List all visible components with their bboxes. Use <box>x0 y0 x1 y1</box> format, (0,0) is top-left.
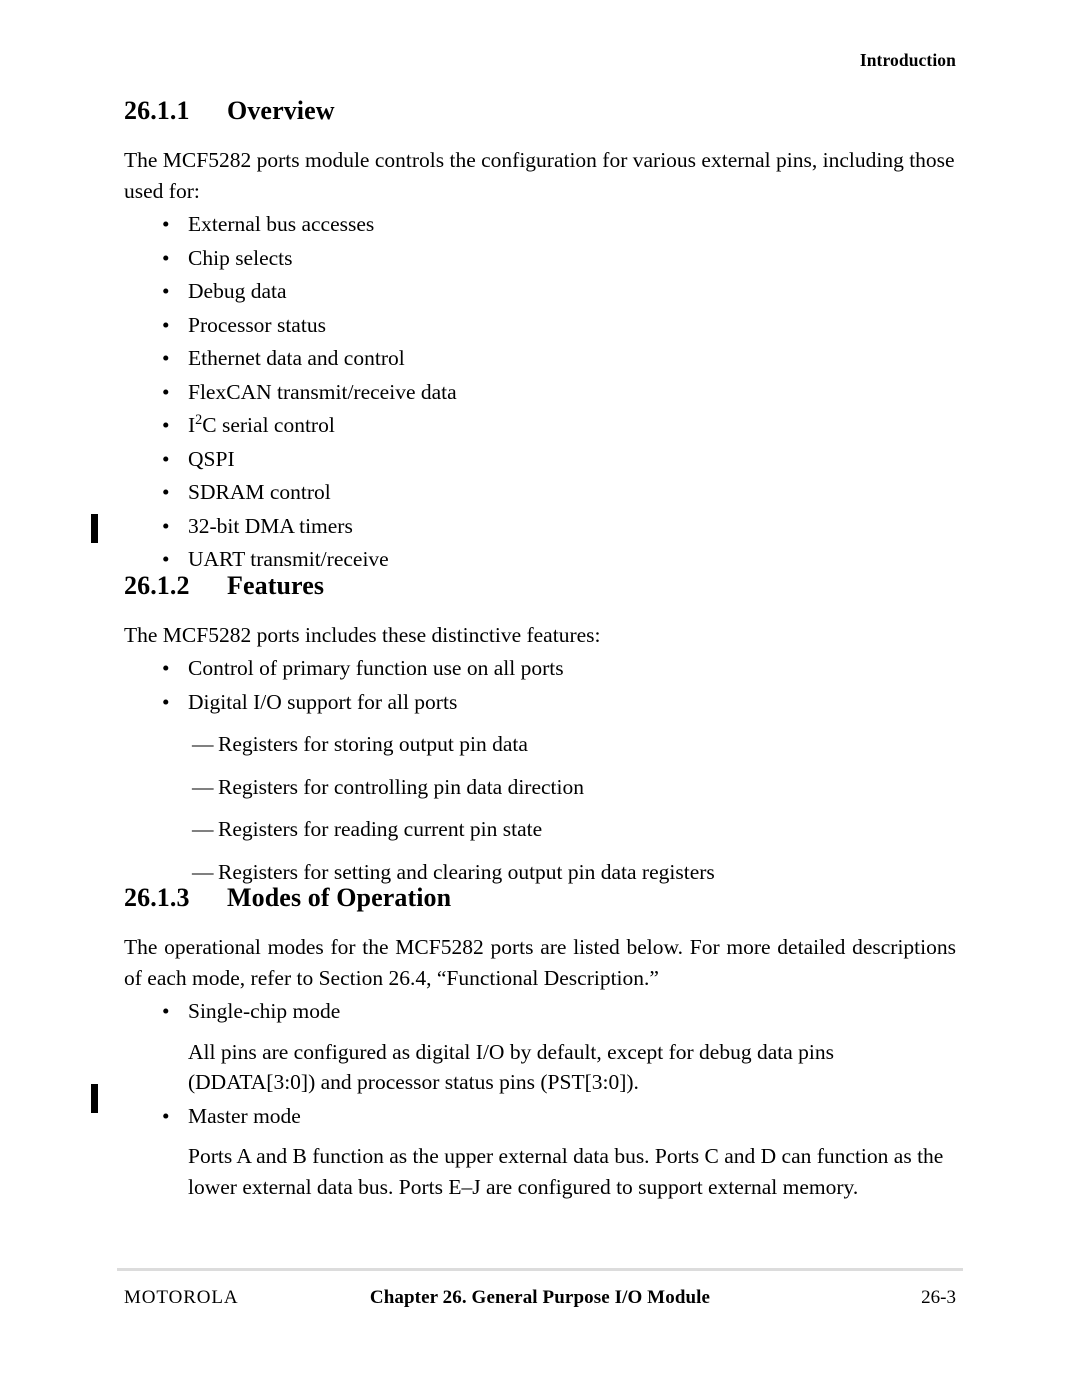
sub-list-item: Registers for storing output pin data <box>124 734 956 756</box>
list-item-label: I2C serial control <box>188 413 335 437</box>
bullet-dot-icon <box>162 1106 170 1128</box>
list-item: Processor status <box>124 312 956 337</box>
list-item-label: UART transmit/receive <box>188 547 389 572</box>
heading-number: 26.1.2 <box>124 570 190 600</box>
bullet-dot-icon <box>162 214 170 236</box>
heading-number: 26.1.1 <box>124 96 190 125</box>
list-item: Debug data <box>124 279 956 304</box>
heading-title: Features <box>227 570 325 600</box>
list-item-label: 32-bit DMA timers <box>188 513 353 538</box>
bullet-dot-icon <box>162 348 170 370</box>
sub-list-item-label: Registers for storing output pin data <box>218 732 528 757</box>
list-item-label: Single-chip mode <box>188 999 341 1024</box>
bullet-dot-icon <box>162 482 170 504</box>
list-item-label: SDRAM control <box>188 480 331 505</box>
list-item-label: Processor status <box>188 312 326 337</box>
list-item-label: Digital I/O support for all ports <box>188 689 458 714</box>
bullet-dot-icon <box>162 516 170 538</box>
list-item-label: Debug data <box>188 279 287 304</box>
sub-list-item-label: Registers for setting and clearing outpu… <box>218 859 715 884</box>
modes-bullet-list-2: Master mode <box>124 1103 956 1128</box>
heading-title: Modes of Operation <box>227 883 452 913</box>
list-item-label: Master mode <box>188 1103 301 1128</box>
page-content: 26.1.1 Overview The MCF5282 ports module … <box>124 96 956 1202</box>
heading-title: Overview <box>227 96 335 125</box>
list-item-label: Control of primary function use on all p… <box>188 656 564 681</box>
bullet-dot-icon <box>162 281 170 303</box>
em-dash-icon <box>192 819 214 841</box>
list-item-label: QSPI <box>188 446 235 471</box>
document-page: Introduction 26.1.1 Overview The MCF5282 … <box>0 0 1080 1397</box>
bullet-dot-icon <box>162 415 170 437</box>
list-item-i2c: I2C serial control <box>124 413 956 437</box>
heading-number: 26.1.3 <box>124 883 190 913</box>
footer-divider <box>117 1268 963 1271</box>
list-item: 32-bit DMA timers <box>124 513 956 538</box>
bullet-dot-icon <box>162 549 170 571</box>
list-item: Chip selects <box>124 245 956 270</box>
features-intro-paragraph: The MCF5282 ports includes these distinc… <box>124 622 601 647</box>
list-item-label: Chip selects <box>188 245 293 270</box>
single-chip-mode-description: All pins are configured as digital I/O b… <box>188 1039 834 1095</box>
list-item: External bus accesses <box>124 212 956 237</box>
list-item: FlexCAN transmit/receive data <box>124 379 956 404</box>
running-header: Introduction <box>859 50 956 70</box>
footer-page-number: 26-3 <box>921 1287 956 1308</box>
features-sub-bullet-list: Registers for storing output pin data Re… <box>124 734 956 883</box>
bullet-dot-icon <box>162 248 170 270</box>
heading-features: 26.1.2 Features <box>124 571 956 600</box>
footer-chapter-title: Chapter 26. General Purpose I/O Module <box>369 1287 711 1308</box>
sub-list-item-label: Registers for reading current pin state <box>218 817 543 842</box>
list-item: SDRAM control <box>124 480 956 505</box>
em-dash-icon <box>192 862 214 884</box>
features-bullet-list: Control of primary function use on all p… <box>124 658 956 713</box>
heading-modes-of-operation: 26.1.3 Modes of Operation <box>124 883 956 912</box>
list-item: UART transmit/receive <box>124 547 956 572</box>
list-item: Master mode <box>124 1103 956 1128</box>
list-item-label: Ethernet data and control <box>188 346 405 371</box>
sub-list-item-label: Registers for controlling pin data direc… <box>218 774 585 799</box>
em-dash-icon <box>192 777 214 799</box>
overview-intro-paragraph: The MCF5282 ports module controls the co… <box>124 148 955 203</box>
list-item: QSPI <box>124 446 956 471</box>
list-item: Ethernet data and control <box>124 346 956 371</box>
change-bar-marker <box>91 514 98 543</box>
master-mode-description: Ports A and B function as the upper exte… <box>188 1144 944 1199</box>
bullet-dot-icon <box>162 658 170 680</box>
overview-bullet-list: External bus accesses Chip selects Debug… <box>124 212 956 572</box>
sub-list-item: Registers for setting and clearing outpu… <box>124 859 956 884</box>
list-item: Digital I/O support for all ports <box>124 689 956 714</box>
bullet-dot-icon <box>162 382 170 404</box>
i2c-rest: C serial control <box>202 413 335 438</box>
bullet-dot-icon <box>162 1001 170 1023</box>
heading-overview: 26.1.1 Overview <box>124 96 956 125</box>
modes-bullet-list: Single-chip mode <box>124 1001 956 1023</box>
bullet-dot-icon <box>162 449 170 471</box>
list-item-label: External bus accesses <box>188 212 375 237</box>
list-item-label: FlexCAN transmit/receive data <box>188 379 457 404</box>
page-footer: MOTOROLA Chapter 26. General Purpose I/O… <box>124 1287 956 1315</box>
bullet-dot-icon <box>162 692 170 714</box>
change-bar-marker <box>91 1084 98 1113</box>
em-dash-icon <box>192 734 214 756</box>
bullet-dot-icon <box>162 315 170 337</box>
list-item: Control of primary function use on all p… <box>124 658 956 680</box>
sub-list-item: Registers for reading current pin state <box>124 819 956 841</box>
list-item: Single-chip mode <box>124 1001 956 1023</box>
modes-intro-paragraph: The operational modes for the MCF5282 po… <box>124 935 956 990</box>
sub-list-item: Registers for controlling pin data direc… <box>124 774 956 799</box>
